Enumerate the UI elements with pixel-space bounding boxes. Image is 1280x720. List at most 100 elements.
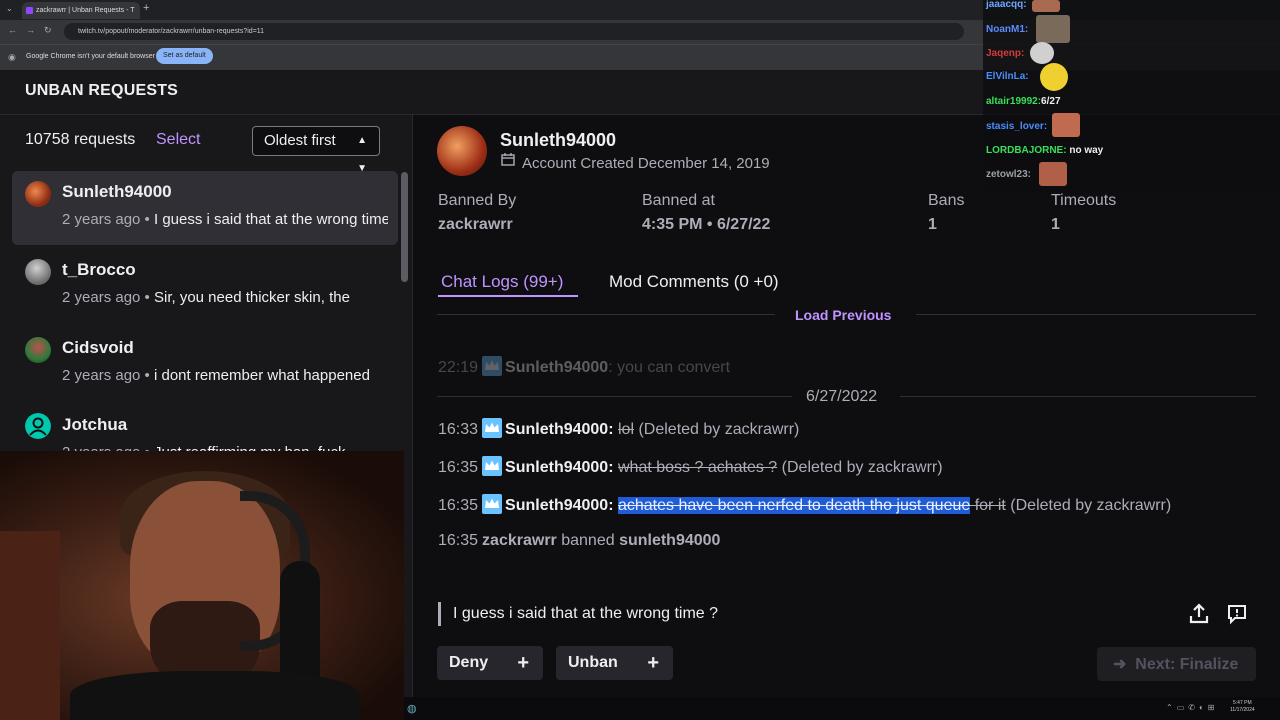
list-item-name: Sunleth94000 <box>62 182 172 201</box>
log-time: 16:33 <box>438 421 479 438</box>
emote-icon <box>1040 63 1068 91</box>
crown-badge-icon <box>482 494 503 514</box>
chat-line: NoanM1: <box>986 24 1028 35</box>
browser-tab-title: zackrawrr | Unban Requests - T <box>36 7 135 14</box>
bans-label: Bans <box>928 192 965 209</box>
emote-icon <box>1052 113 1080 137</box>
arrow-right-icon: ➜ <box>1113 656 1127 673</box>
sort-dropdown[interactable]: Oldest first ▲ ▼ <box>252 126 380 174</box>
calendar-icon <box>501 153 515 166</box>
account-created: Account Created December 14, 2019 <box>522 155 770 172</box>
deny-button[interactable]: Deny + <box>437 646 543 680</box>
ban-verb: banned <box>561 532 615 549</box>
taskbar-clock[interactable]: 5:47 PM 11/17/2024 <box>1230 700 1255 714</box>
taskbar-time: 5:47 PM <box>1233 700 1252 706</box>
chat-username: ElVilnLa: <box>986 71 1029 82</box>
log-deleted-note: (Deleted by zackrawrr) <box>781 459 943 476</box>
log-message-selected[interactable]: achates have been nerfed to death tho ju… <box>617 497 971 514</box>
list-item-name: Jotchua <box>62 415 128 434</box>
chat-log-row: 16:35 Sunleth94000: what boss ? achates ?… <box>438 456 943 477</box>
log-deleted-note: (Deleted by zackrawrr) <box>1010 497 1172 514</box>
plus-icon: + <box>647 652 659 674</box>
banned-by-label: Banned By <box>438 192 517 209</box>
chat-log-row: 16:33 Sunleth94000: lol (Deleted by zackr… <box>438 418 799 439</box>
chat-line: ElVilnLa: <box>986 71 1029 82</box>
chat-line: zetowl23: <box>986 169 1031 180</box>
new-tab-icon[interactable]: + <box>143 2 149 14</box>
chat-line: stasis_lover: <box>986 121 1047 132</box>
chat-username: LORDBAJORNE: <box>986 145 1067 156</box>
timeouts-label: Timeouts <box>1051 192 1117 209</box>
share-icon[interactable] <box>1188 603 1210 625</box>
list-item-preview: 2 years ago • i dont remember what happe… <box>62 367 370 384</box>
set-default-button[interactable]: Set as default <box>156 48 213 64</box>
emote-icon <box>1032 0 1060 12</box>
address-bar[interactable]: twitch.tv/popout/moderator/zackrawrr/unb… <box>64 23 964 40</box>
chat-line: LORDBAJORNE: no way <box>986 145 1103 156</box>
select-link[interactable]: Select <box>156 131 200 149</box>
next-finalize-button[interactable]: ➜ Next: Finalize <box>1097 647 1256 681</box>
divider <box>916 314 1256 315</box>
ban-actor[interactable]: zackrawrr <box>482 532 557 549</box>
list-item-age: 2 years ago <box>62 211 141 228</box>
request-count: 10758 requests <box>25 131 136 148</box>
next-label: Next: Finalize <box>1135 656 1239 673</box>
divider <box>437 314 775 315</box>
default-browser-notice: Google Chrome isn't your default browser <box>26 53 155 60</box>
crown-badge-icon <box>482 356 503 376</box>
list-item-age: 2 years ago <box>62 367 141 384</box>
chrome-logo-icon: ◉ <box>8 52 16 62</box>
bans-value: 1 <box>928 216 937 233</box>
emote-icon <box>1039 162 1067 186</box>
list-item-preview: 2 years ago • Sir, you need thicker skin… <box>62 289 350 306</box>
crown-badge-icon <box>482 456 503 476</box>
system-tray-icons[interactable]: ⌃▭✆◐⊞ <box>1166 703 1219 712</box>
divider <box>437 396 792 397</box>
deny-label: Deny <box>449 654 489 671</box>
log-username[interactable]: Sunleth94000 <box>505 459 608 476</box>
quote-bar <box>438 602 441 626</box>
detail-username: Sunleth94000 <box>500 130 617 150</box>
twitch-favicon-icon <box>26 7 33 14</box>
browser-tab[interactable]: zackrawrr | Unban Requests - T <box>22 2 140 19</box>
log-message: you can convert <box>617 359 731 376</box>
webcam-person-shirt <box>70 671 360 720</box>
tab-chat-logs[interactable]: Chat Logs (99+) <box>441 272 563 292</box>
chat-line: Jaqenp: <box>986 48 1024 59</box>
log-time: 16:35 <box>438 497 479 514</box>
log-message-deleted: for it <box>970 497 1006 514</box>
list-item-message: Sir, you need thicker skin, the <box>153 289 350 306</box>
unban-request-text: I guess i said that at the wrong time ? <box>453 605 719 622</box>
reload-icon[interactable]: ↻ <box>44 25 52 36</box>
load-previous-button[interactable]: Load Previous <box>795 307 891 323</box>
default-avatar-icon <box>25 413 51 439</box>
list-item-message: i dont remember what happened <box>153 367 370 384</box>
chat-message: 6/27 <box>1041 96 1061 107</box>
chat-username: altair19992: <box>986 96 1042 107</box>
unban-button[interactable]: Unban + <box>556 646 673 680</box>
tab-search-icon[interactable]: ⌄ <box>6 4 13 13</box>
banned-by-value[interactable]: zackrawrr <box>438 216 513 234</box>
app-icon[interactable]: ◍ <box>407 702 417 715</box>
chat-line: altair19992:6/27 <box>986 96 1061 107</box>
ban-target[interactable]: sunleth94000 <box>619 532 720 549</box>
log-username[interactable]: Sunleth94000 <box>505 497 608 514</box>
report-icon[interactable] <box>1226 603 1248 625</box>
chat-username: NoanM1: <box>986 24 1029 35</box>
chat-line: jaaacqq: <box>986 0 1027 10</box>
log-time: 22:19 <box>438 359 479 376</box>
plus-icon: + <box>517 652 529 674</box>
list-item-name: Cidsvoid <box>62 338 134 357</box>
chat-username: Jaqenp: <box>986 48 1025 59</box>
log-username[interactable]: Sunleth94000 <box>505 359 608 376</box>
log-username[interactable]: Sunleth94000 <box>505 421 608 438</box>
active-tab-indicator <box>438 295 578 297</box>
divider <box>900 396 1256 397</box>
banned-at-value: 4:35 PM • 6/27/22 <box>642 216 771 233</box>
back-icon[interactable]: ← <box>8 25 17 35</box>
list-scrollbar[interactable] <box>401 172 408 282</box>
tab-mod-comments[interactable]: Mod Comments (0 +0) <box>609 272 779 292</box>
log-time: 16:35 <box>438 532 479 549</box>
emote-icon <box>1036 15 1070 43</box>
forward-icon[interactable]: → <box>26 25 35 35</box>
